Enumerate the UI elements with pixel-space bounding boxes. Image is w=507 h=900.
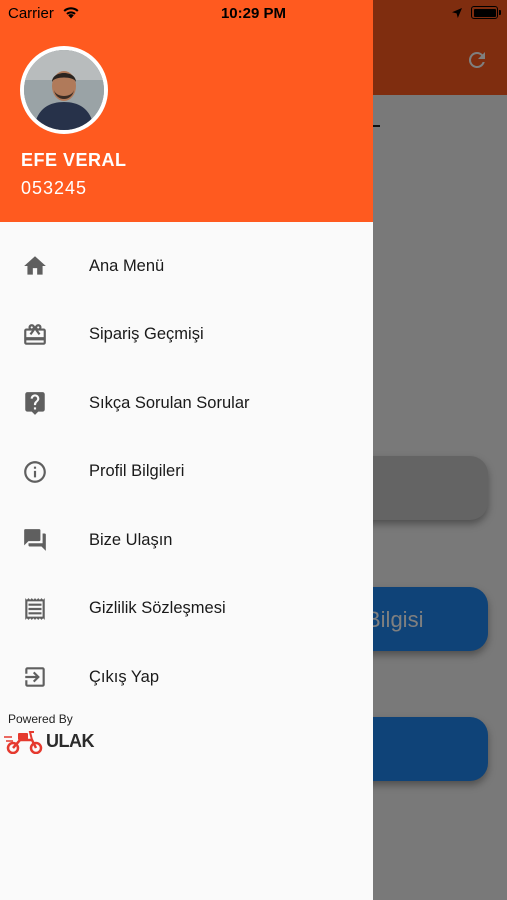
battery-icon [471, 6, 501, 19]
exit-icon [22, 664, 48, 690]
home-icon [22, 253, 48, 279]
menu-item-cikis-yap[interactable]: Çıkış Yap [0, 643, 373, 712]
menu-item-label: Bize Ulaşın [89, 530, 173, 549]
status-bar: Carrier 10:29 PM [0, 0, 507, 27]
status-time: 10:29 PM [220, 5, 287, 22]
powered-by-label: Powered By [8, 712, 73, 726]
gift-card-icon [22, 322, 48, 348]
receipt-icon [22, 596, 48, 622]
info-icon [22, 459, 48, 485]
menu-item-bize-ulasin[interactable]: Bize Ulaşın [0, 506, 373, 575]
scooter-icon [4, 731, 43, 754]
drawer-menu: Ana Menü Sipariş Geçmişi Sıkça Sorulan S… [0, 232, 373, 712]
menu-item-gizlilik[interactable]: Gizlilik Sözleşmesi [0, 575, 373, 644]
menu-item-ana-menu[interactable]: Ana Menü [0, 232, 373, 301]
menu-item-label: Gizlilik Sözleşmesi [89, 599, 226, 618]
menu-item-label: Profil Bilgileri [89, 462, 185, 481]
menu-item-label: Sipariş Geçmişi [89, 325, 204, 344]
drawer-header: EFE VERAL 053245 [0, 0, 373, 222]
menu-item-label: Çıkış Yap [89, 667, 160, 686]
avatar-photo [24, 50, 104, 130]
navigation-drawer: EFE VERAL 053245 Ana Menü Sipariş Geçmiş… [0, 0, 373, 900]
menu-item-sss[interactable]: Sıkça Sorulan Sorular [0, 369, 373, 438]
person-photo-icon [24, 50, 104, 130]
help-icon [22, 390, 48, 416]
ulak-logo: ULAK [4, 728, 95, 754]
forum-icon [22, 527, 48, 553]
avatar[interactable] [20, 46, 108, 134]
menu-item-label: Sıkça Sorulan Sorular [89, 393, 250, 412]
brand-name: ULAK [46, 730, 95, 751]
menu-item-profil-bilgileri[interactable]: Profil Bilgileri [0, 438, 373, 507]
location-arrow-icon [452, 8, 462, 18]
user-id: 053245 [21, 178, 88, 198]
menu-item-siparis-gecmisi[interactable]: Sipariş Geçmişi [0, 301, 373, 370]
menu-item-label: Ana Menü [89, 256, 165, 275]
user-name: EFE VERAL [21, 150, 127, 170]
